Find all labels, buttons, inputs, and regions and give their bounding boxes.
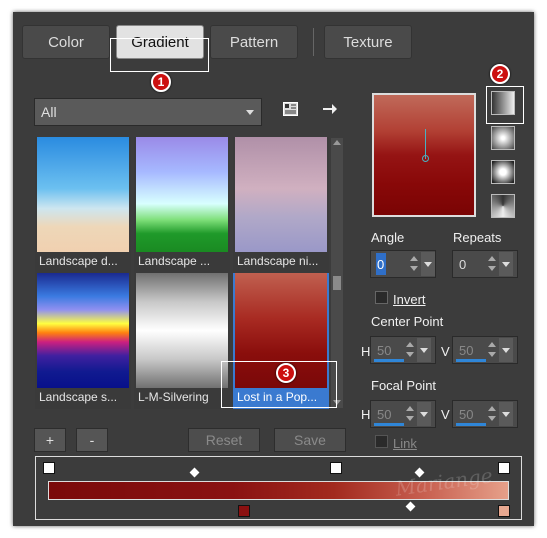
repeats-label: Repeats xyxy=(453,230,502,245)
gradient-swatch xyxy=(235,137,327,252)
gradient-swatch xyxy=(136,273,228,388)
opacity-stop-marker[interactable] xyxy=(43,462,55,474)
center-v-dropdown-icon[interactable] xyxy=(499,338,513,362)
gradient-thumb-landscape-sunset[interactable]: Landscape s... xyxy=(35,273,131,409)
scroll-up-icon[interactable] xyxy=(333,140,341,145)
add-gradient-button[interactable]: + xyxy=(34,428,66,452)
gradient-label: Landscape ... xyxy=(138,254,211,268)
center-h-value[interactable]: 50 xyxy=(373,339,403,361)
focal-h-label: H xyxy=(361,407,371,422)
opacity-stop-marker[interactable] xyxy=(498,462,510,474)
gradient-thumb-landscape-day[interactable]: Landscape d... xyxy=(35,137,131,273)
gradient-label: Landscape ni... xyxy=(237,254,319,268)
resource-manager-icon[interactable] xyxy=(283,102,298,116)
gradient-label: Landscape s... xyxy=(39,390,118,404)
center-v-label: V xyxy=(441,344,450,359)
center-v-value[interactable]: 50 xyxy=(455,339,485,361)
rectangular-gradient-style-icon[interactable] xyxy=(491,126,515,150)
focal-point-label: Focal Point xyxy=(371,378,437,393)
link-checkbox[interactable] xyxy=(375,435,388,448)
tab-color[interactable]: Color xyxy=(22,25,110,59)
center-h-level-bar xyxy=(374,359,404,362)
linear-gradient-style-icon[interactable] xyxy=(491,91,515,115)
gradient-preview[interactable] xyxy=(372,93,476,217)
remove-gradient-button[interactable]: - xyxy=(76,428,108,452)
angle-spinner[interactable]: 0 xyxy=(370,250,436,278)
center-h-spinner[interactable]: 50 xyxy=(370,336,436,364)
chevron-down-icon xyxy=(246,110,254,115)
angle-label: Angle xyxy=(371,230,405,245)
tab-texture[interactable]: Texture xyxy=(324,25,412,59)
focal-h-spinner[interactable]: 50 xyxy=(370,400,436,428)
center-h-label: H xyxy=(361,344,371,359)
center-v-spinner[interactable]: 50 xyxy=(452,336,518,364)
sunburst-gradient-style-icon[interactable] xyxy=(491,160,515,184)
save-button[interactable]: Save xyxy=(274,428,346,452)
repeats-dropdown-icon[interactable] xyxy=(499,252,513,276)
arrow-right-icon[interactable] xyxy=(322,101,338,117)
angle-dropdown-icon[interactable] xyxy=(421,252,435,276)
gradient-thumb-landscape-night[interactable]: Landscape ni... xyxy=(233,137,329,273)
radial-gradient-style-icon[interactable] xyxy=(491,194,515,218)
tab-pattern[interactable]: Pattern xyxy=(210,25,298,59)
category-dropdown-value: All xyxy=(41,104,57,120)
focal-v-dropdown-icon[interactable] xyxy=(499,402,513,426)
color-stop-marker[interactable] xyxy=(238,505,250,517)
invert-checkbox[interactable] xyxy=(375,291,388,304)
gradient-label: L-M-Silvering xyxy=(138,390,209,404)
color-stop-marker[interactable] xyxy=(498,505,510,517)
focal-v-label: V xyxy=(441,407,450,422)
focal-v-level-bar xyxy=(456,423,486,426)
gradient-thumb-l-m-silvering[interactable]: L-M-Silvering xyxy=(134,273,230,409)
center-v-level-bar xyxy=(456,359,486,362)
repeats-arrows[interactable] xyxy=(485,252,499,276)
focal-h-level-bar xyxy=(374,423,404,426)
focal-v-spinner[interactable]: 50 xyxy=(452,400,518,428)
annotation-box-gradient-tab xyxy=(110,38,209,72)
focal-h-value[interactable]: 50 xyxy=(373,403,403,425)
focal-v-value[interactable]: 50 xyxy=(455,403,485,425)
focal-h-dropdown-icon[interactable] xyxy=(417,402,431,426)
gradient-swatch xyxy=(136,137,228,252)
scrollbar-thumb[interactable] xyxy=(333,276,341,290)
annotation-badge-1: 1 xyxy=(151,72,171,92)
category-dropdown[interactable]: All xyxy=(34,98,262,126)
gradient-swatch xyxy=(37,273,129,388)
center-point-label: Center Point xyxy=(371,314,444,329)
gradient-label: Landscape d... xyxy=(39,254,118,268)
link-label: Link xyxy=(393,436,417,451)
repeats-spinner[interactable]: 0 xyxy=(452,250,518,278)
gradient-swatch xyxy=(37,137,129,252)
opacity-stop-marker[interactable] xyxy=(330,462,342,474)
repeats-value[interactable]: 0 xyxy=(455,253,485,275)
center-h-dropdown-icon[interactable] xyxy=(417,338,431,362)
tab-separator xyxy=(313,28,314,56)
reset-button[interactable]: Reset xyxy=(188,428,260,452)
angle-handle-knob[interactable] xyxy=(422,155,429,162)
annotation-badge-2: 2 xyxy=(490,64,510,84)
gradient-thumb-landscape-2[interactable]: Landscape ... xyxy=(134,137,230,273)
annotation-badge-3: 3 xyxy=(276,363,296,383)
invert-label: Invert xyxy=(393,292,426,307)
angle-value[interactable]: 0 xyxy=(376,253,386,275)
angle-arrows[interactable] xyxy=(407,252,421,276)
